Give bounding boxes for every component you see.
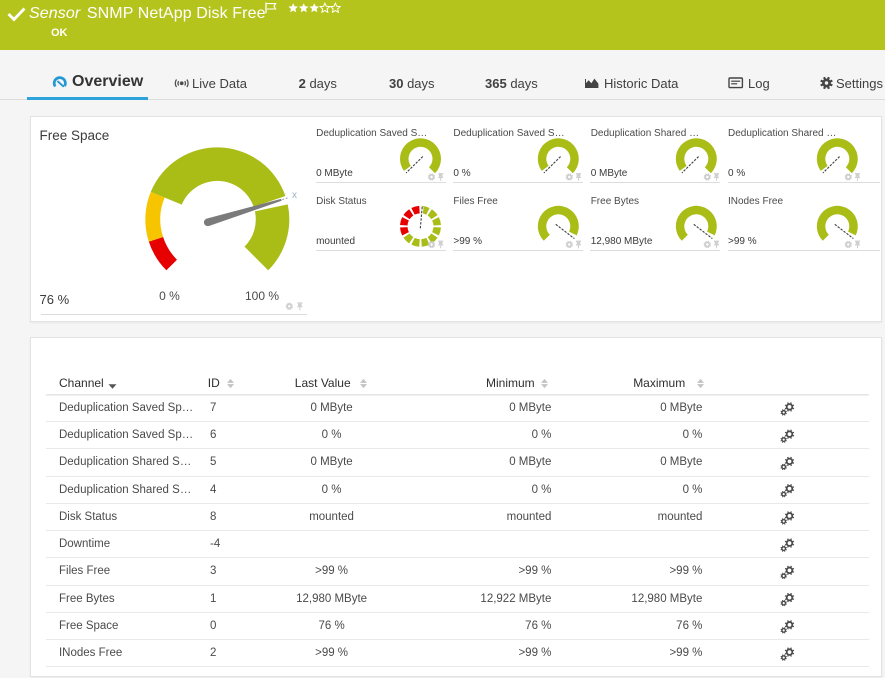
svg-text:x: x [292,190,297,201]
